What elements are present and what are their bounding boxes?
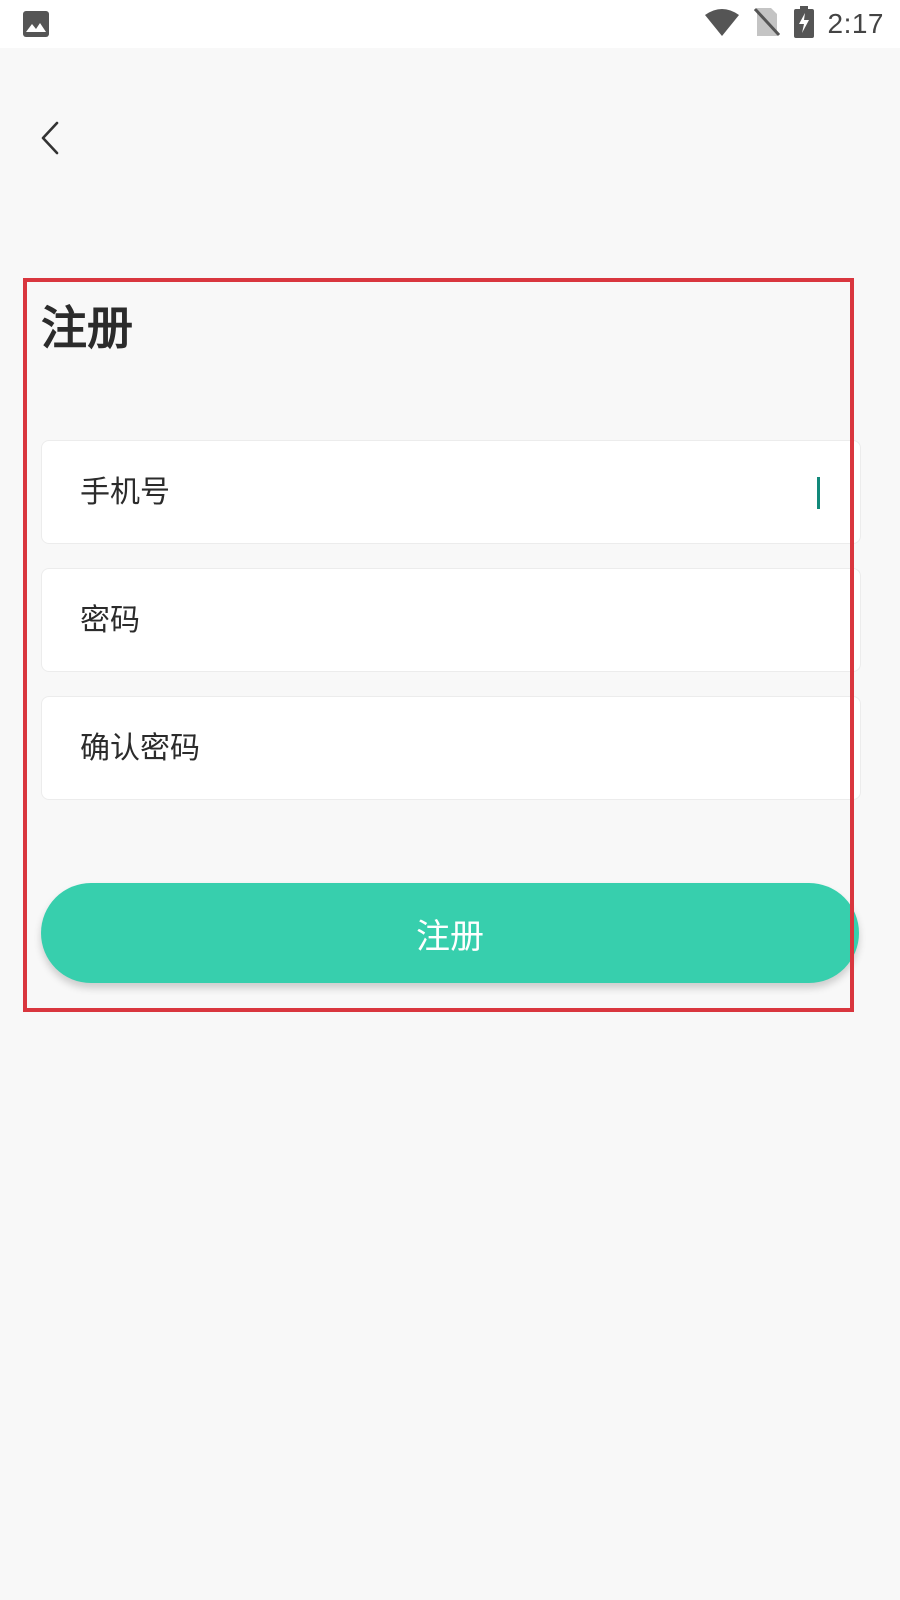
battery-charging-icon	[793, 6, 814, 42]
status-time: 2:17	[827, 8, 884, 39]
image-icon	[22, 10, 50, 38]
register-button[interactable]: 注册	[41, 883, 859, 983]
text-cursor	[817, 477, 820, 509]
phone-field[interactable]	[41, 440, 861, 544]
wifi-icon	[704, 7, 740, 41]
password-input[interactable]	[80, 569, 820, 671]
status-icons: 2:17	[704, 0, 885, 48]
confirm-password-input[interactable]	[80, 697, 820, 799]
confirm-password-field[interactable]	[41, 696, 861, 800]
no-sim-icon	[753, 7, 780, 41]
password-field[interactable]	[41, 568, 861, 672]
back-button[interactable]	[30, 115, 70, 165]
phone-input[interactable]	[80, 441, 820, 543]
chevron-left-icon	[39, 121, 61, 159]
page-title: 注册	[41, 301, 133, 355]
status-bar: 2:17	[0, 0, 900, 48]
